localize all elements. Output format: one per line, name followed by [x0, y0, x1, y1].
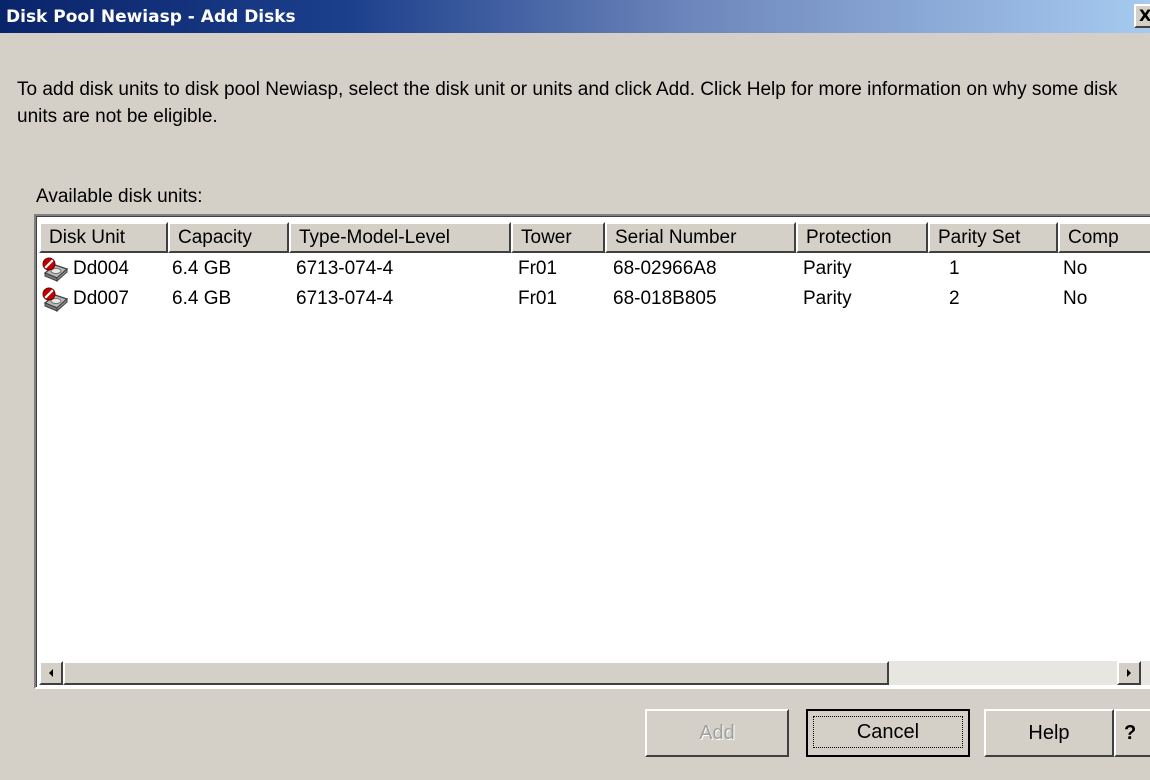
- cancel-button[interactable]: Cancel: [806, 709, 970, 757]
- arrow-right-icon: [1127, 669, 1131, 677]
- scroll-right-button[interactable]: [1117, 661, 1141, 685]
- column-header-tower[interactable]: Tower: [511, 222, 605, 253]
- close-button[interactable]: X: [1134, 4, 1150, 28]
- column-header-protection[interactable]: Protection: [796, 222, 928, 253]
- window-title: Disk Pool Newiasp - Add Disks: [6, 7, 296, 27]
- cell-tower: Fr01: [518, 258, 558, 279]
- cell-protection: Parity: [803, 288, 852, 309]
- instructions-text: To add disk units to disk pool Newiasp, …: [17, 79, 1118, 127]
- column-header-type-model-level[interactable]: Type-Model-Level: [289, 222, 511, 253]
- cell-serial-number: 68-018B805: [613, 288, 717, 309]
- cell-protection: Parity: [803, 258, 852, 279]
- help-button[interactable]: Help: [984, 709, 1114, 757]
- cell-comp: No: [1063, 258, 1088, 279]
- title-bar[interactable]: Disk Pool Newiasp - Add Disks X: [0, 0, 1150, 33]
- cell-parity-set: 1: [949, 258, 960, 279]
- column-header-serial-number[interactable]: Serial Number: [605, 222, 796, 253]
- cell-tower: Fr01: [518, 288, 558, 309]
- horizontal-scrollbar[interactable]: [39, 661, 1150, 685]
- disk-unit-ineligible-icon: [41, 287, 71, 313]
- column-header-comp[interactable]: Comp: [1058, 222, 1150, 253]
- whats-this-help-button[interactable]: ?: [1114, 709, 1150, 757]
- cell-parity-set: 2: [949, 288, 960, 309]
- available-disk-units-label: Available disk units:: [36, 186, 203, 207]
- cell-capacity: 6.4 GB: [172, 288, 232, 309]
- cell-type-model-level: 6713-074-4: [296, 258, 394, 279]
- scroll-left-button[interactable]: [39, 661, 63, 685]
- cancel-button-label: Cancel: [813, 716, 963, 748]
- column-header-disk-unit[interactable]: Disk Unit: [39, 222, 168, 253]
- column-header-parity-set[interactable]: Parity Set: [928, 222, 1058, 253]
- disk-unit-ineligible-icon: [41, 257, 71, 283]
- cell-type-model-level: 6713-074-4: [296, 288, 394, 309]
- column-header-capacity[interactable]: Capacity: [168, 222, 289, 253]
- disk-units-table[interactable]: Disk Unit Capacity Type-Model-Level Towe…: [34, 214, 1150, 689]
- cell-serial-number: 68-02966A8: [613, 258, 717, 279]
- cell-disk-unit: Dd007: [73, 288, 129, 309]
- arrow-left-icon: [49, 669, 53, 677]
- cell-capacity: 6.4 GB: [172, 258, 232, 279]
- add-button[interactable]: Add: [645, 709, 789, 757]
- cell-disk-unit: Dd004: [73, 258, 129, 279]
- scroll-thumb[interactable]: [63, 661, 889, 685]
- cell-comp: No: [1063, 288, 1088, 309]
